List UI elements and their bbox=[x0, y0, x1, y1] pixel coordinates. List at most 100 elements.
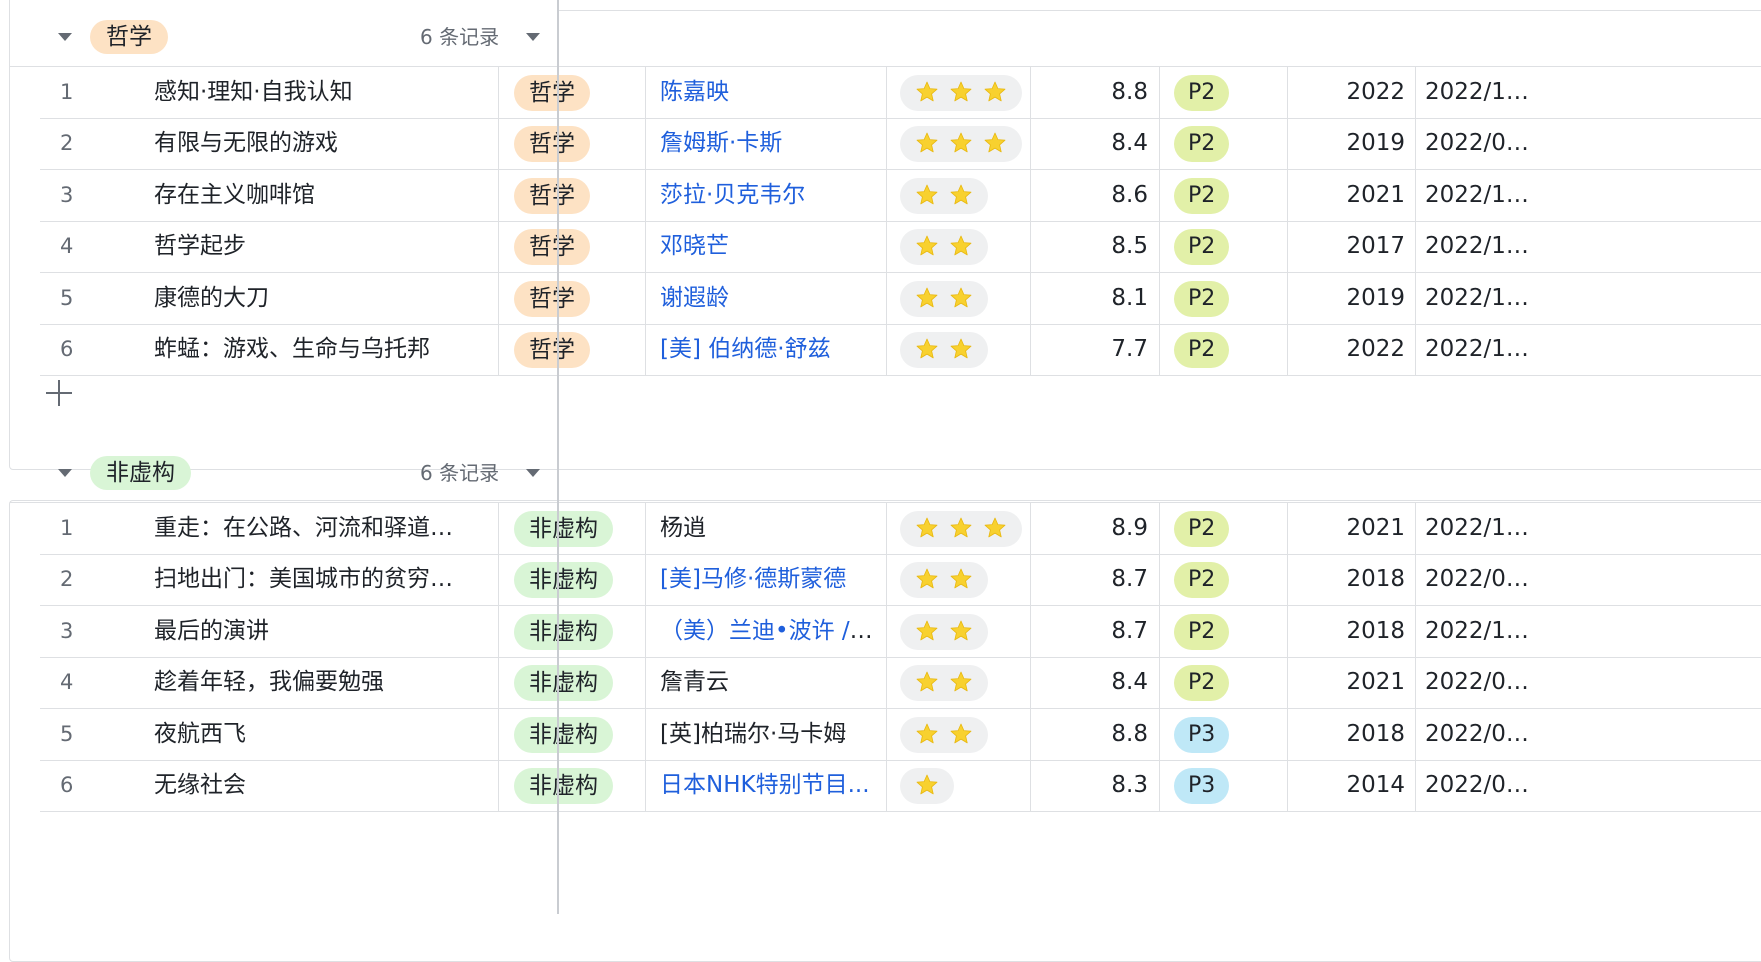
book-title-cell[interactable]: 蚱蜢：游戏、生命与乌托邦 bbox=[154, 324, 474, 375]
table-row[interactable]: 2 有限与无限的游戏 哲学 詹姆斯·卡斯 8.4 P2 2019 2022/06/03 bbox=[40, 118, 1761, 170]
priority-cell[interactable]: P3 bbox=[1174, 709, 1294, 760]
score-cell[interactable]: 8.1 bbox=[1030, 273, 1148, 324]
year-cell[interactable]: 2019 bbox=[1300, 118, 1405, 169]
author-cell[interactable]: 莎拉·贝克韦尔 bbox=[660, 170, 875, 221]
category-cell[interactable]: 非虚构 bbox=[514, 657, 654, 708]
author-cell[interactable]: [美] 伯纳德·舒兹 bbox=[660, 324, 875, 375]
table-row[interactable]: 5 康德的大刀 哲学 谢遐龄 8.1 P2 2019 2022/12/27 bbox=[40, 273, 1761, 325]
table-row[interactable]: 4 趁着年轻，我偏要勉强 非虚构 詹青云 8.4 P2 2021 2022/08/03 bbox=[40, 657, 1761, 709]
author-cell[interactable]: 杨逍 bbox=[660, 503, 875, 554]
table-row[interactable]: 2 扫地出门：美国城市的贫穷与... 非虚构 [美]马修·德斯蒙德 8.7 P2 2018 2… bbox=[40, 554, 1761, 606]
score-cell[interactable]: 8.6 bbox=[1030, 170, 1148, 221]
date-cell[interactable]: 2022/03/31 bbox=[1425, 709, 1543, 760]
year-cell[interactable]: 2018 bbox=[1300, 606, 1405, 657]
priority-cell[interactable]: P2 bbox=[1174, 324, 1294, 375]
category-cell[interactable]: 非虚构 bbox=[514, 606, 654, 657]
table-row[interactable]: 1 重走：在公路、河流和驿道上... 非虚构 杨逍 8.9 P2 2021 2022/10/1… bbox=[40, 503, 1761, 555]
score-cell[interactable]: 8.3 bbox=[1030, 760, 1148, 811]
book-title-cell[interactable]: 重走：在公路、河流和驿道上... bbox=[154, 503, 474, 554]
rating-cell[interactable] bbox=[900, 118, 1040, 169]
author-link[interactable]: 邓晓芒 bbox=[660, 233, 729, 259]
book-title-cell[interactable]: 趁着年轻，我偏要勉强 bbox=[154, 657, 474, 708]
score-cell[interactable]: 8.5 bbox=[1030, 221, 1148, 272]
score-cell[interactable]: 8.4 bbox=[1030, 118, 1148, 169]
category-cell[interactable]: 哲学 bbox=[514, 67, 654, 118]
rating-cell[interactable] bbox=[900, 221, 1040, 272]
score-cell[interactable]: 8.8 bbox=[1030, 709, 1148, 760]
rating-cell[interactable] bbox=[900, 657, 1040, 708]
date-cell[interactable]: 2022/12/31 bbox=[1425, 221, 1543, 272]
year-cell[interactable]: 2017 bbox=[1300, 221, 1405, 272]
book-title-cell[interactable]: 存在主义咖啡馆 bbox=[154, 170, 474, 221]
rating-cell[interactable] bbox=[900, 554, 1040, 605]
frozen-column-divider[interactable] bbox=[557, 0, 559, 914]
collapse-group-toggle[interactable] bbox=[58, 30, 74, 44]
author-link[interactable]: 陈嘉映 bbox=[660, 79, 729, 105]
author-cell[interactable]: 詹姆斯·卡斯 bbox=[660, 118, 875, 169]
date-cell[interactable]: 2022/10/16 bbox=[1425, 170, 1543, 221]
author-link[interactable]: 谢遐龄 bbox=[660, 285, 729, 311]
date-cell[interactable]: 2022/12/09 bbox=[1425, 324, 1543, 375]
collapse-group-toggle[interactable] bbox=[58, 466, 74, 480]
author-cell[interactable]: 日本NHK特别节目... bbox=[660, 760, 875, 811]
priority-cell[interactable]: P2 bbox=[1174, 221, 1294, 272]
priority-cell[interactable]: P2 bbox=[1174, 606, 1294, 657]
rating-cell[interactable] bbox=[900, 273, 1040, 324]
author-cell[interactable]: 谢遐龄 bbox=[660, 273, 875, 324]
add-record-button[interactable] bbox=[46, 380, 72, 406]
year-cell[interactable]: 2014 bbox=[1300, 760, 1405, 811]
category-cell[interactable]: 哲学 bbox=[514, 324, 654, 375]
date-cell[interactable]: 2022/06/03 bbox=[1425, 118, 1543, 169]
category-cell[interactable]: 非虚构 bbox=[514, 554, 654, 605]
year-cell[interactable]: 2021 bbox=[1300, 503, 1405, 554]
date-cell[interactable]: 2022/09/14 bbox=[1425, 554, 1543, 605]
date-cell[interactable]: 2022/12/27 bbox=[1425, 273, 1543, 324]
score-cell[interactable]: 8.7 bbox=[1030, 606, 1148, 657]
priority-cell[interactable]: P2 bbox=[1174, 273, 1294, 324]
category-cell[interactable]: 哲学 bbox=[514, 221, 654, 272]
score-cell[interactable]: 7.7 bbox=[1030, 324, 1148, 375]
rating-cell[interactable] bbox=[900, 324, 1040, 375]
rating-cell[interactable] bbox=[900, 709, 1040, 760]
table-row[interactable]: 6 蚱蜢：游戏、生命与乌托邦 哲学 [美] 伯纳德·舒兹 7.7 P2 2022 2022/1… bbox=[40, 324, 1761, 376]
author-cell[interactable]: （美）兰迪•波许 / ... bbox=[660, 606, 875, 657]
year-cell[interactable]: 2018 bbox=[1300, 709, 1405, 760]
author-link[interactable]: [美]马修·德斯蒙德 bbox=[660, 566, 846, 592]
date-cell[interactable]: 2022/10/14 bbox=[1425, 67, 1543, 118]
author-cell[interactable]: [英]柏瑞尔·马卡姆 bbox=[660, 709, 875, 760]
table-row[interactable]: 3 最后的演讲 非虚构 （美）兰迪•波许 / ... 8.7 P2 2018 2022/12/… bbox=[40, 606, 1761, 658]
date-cell[interactable]: 2022/10/16 bbox=[1425, 503, 1543, 554]
year-cell[interactable]: 2022 bbox=[1300, 324, 1405, 375]
priority-cell[interactable]: P2 bbox=[1174, 67, 1294, 118]
score-cell[interactable]: 8.7 bbox=[1030, 554, 1148, 605]
date-cell[interactable]: 2022/12/26 bbox=[1425, 606, 1543, 657]
priority-cell[interactable]: P2 bbox=[1174, 657, 1294, 708]
author-link[interactable]: 詹姆斯·卡斯 bbox=[660, 130, 782, 156]
category-cell[interactable]: 非虚构 bbox=[514, 503, 654, 554]
table-row[interactable]: 6 无缘社会 非虚构 日本NHK特别节目... 8.3 P3 2014 2022/09/19 bbox=[40, 760, 1761, 812]
author-link[interactable]: [美] 伯纳德·舒兹 bbox=[660, 336, 831, 362]
rating-cell[interactable] bbox=[900, 503, 1040, 554]
table-row[interactable]: 1 感知·理知·自我认知 哲学 陈嘉映 8.8 P2 2022 2022/10/14 bbox=[40, 67, 1761, 119]
rating-cell[interactable] bbox=[900, 170, 1040, 221]
date-cell[interactable]: 2022/08/03 bbox=[1425, 657, 1543, 708]
author-link[interactable]: （美）兰迪•波许 / ... bbox=[660, 618, 875, 644]
score-cell[interactable]: 8.4 bbox=[1030, 657, 1148, 708]
category-cell[interactable]: 非虚构 bbox=[514, 760, 654, 811]
priority-cell[interactable]: P2 bbox=[1174, 554, 1294, 605]
book-title-cell[interactable]: 扫地出门：美国城市的贫穷与... bbox=[154, 554, 474, 605]
category-cell[interactable]: 非虚构 bbox=[514, 709, 654, 760]
book-title-cell[interactable]: 有限与无限的游戏 bbox=[154, 118, 474, 169]
author-cell[interactable]: 邓晓芒 bbox=[660, 221, 875, 272]
book-title-cell[interactable]: 哲学起步 bbox=[154, 221, 474, 272]
score-cell[interactable]: 8.9 bbox=[1030, 503, 1148, 554]
year-cell[interactable]: 2018 bbox=[1300, 554, 1405, 605]
category-cell[interactable]: 哲学 bbox=[514, 273, 654, 324]
year-cell[interactable]: 2021 bbox=[1300, 170, 1405, 221]
score-cell[interactable]: 8.8 bbox=[1030, 67, 1148, 118]
author-link[interactable]: 莎拉·贝克韦尔 bbox=[660, 182, 805, 208]
author-cell[interactable]: 詹青云 bbox=[660, 657, 875, 708]
rating-cell[interactable] bbox=[900, 760, 1040, 811]
group-menu-button[interactable] bbox=[526, 466, 542, 480]
table-row[interactable]: 4 哲学起步 哲学 邓晓芒 8.5 P2 2017 2022/12/31 bbox=[40, 221, 1761, 273]
